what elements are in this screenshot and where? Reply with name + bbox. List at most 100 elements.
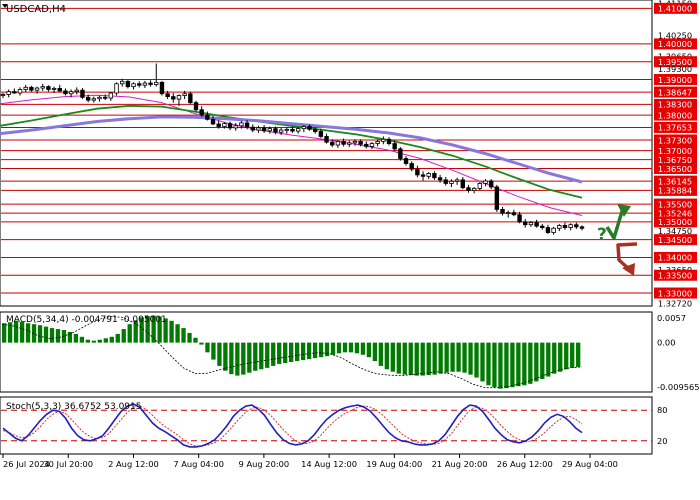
candle-body: [244, 122, 250, 128]
macd-bar: [79, 336, 85, 343]
candle-body: [6, 91, 11, 95]
candle-body: [171, 96, 176, 100]
candle-body: [318, 131, 324, 137]
chart-canvas: ? USDCAD,H4 MACD(5,34,4) -0.004791 -0.00…: [0, 0, 700, 469]
candle-body: [562, 225, 568, 228]
macd-bar: [546, 342, 551, 377]
candle-body: [392, 143, 397, 150]
candle-body: [437, 177, 443, 181]
candle-body: [131, 83, 136, 88]
macd-bar: [342, 342, 348, 353]
price-label: 1.41000: [658, 4, 692, 14]
macd-bar: [312, 342, 318, 359]
candle-body: [222, 123, 227, 127]
macd-bar: [534, 342, 539, 382]
macd-bar: [235, 342, 240, 376]
candle-body: [295, 128, 301, 132]
candle-body: [176, 95, 182, 100]
candle-body: [449, 180, 454, 184]
price-label: 1.38300: [658, 100, 692, 110]
candle-body: [51, 88, 57, 90]
macd-bar: [468, 342, 473, 375]
candle-body: [386, 138, 392, 144]
macd-bar: [348, 342, 354, 353]
candle-body: [120, 80, 125, 85]
price-label: 1.35884: [658, 186, 692, 196]
candle-body: [432, 173, 437, 179]
candle-body: [0, 94, 6, 96]
macd-bar: [570, 342, 575, 368]
price-label: 1.39000: [658, 75, 692, 85]
candle-body: [568, 224, 573, 228]
candle-body: [142, 82, 148, 86]
candle-body: [313, 128, 318, 132]
macd-bar: [91, 340, 96, 343]
price-label: 1.38000: [658, 110, 692, 120]
macd-bar: [294, 342, 300, 362]
macd-bar: [486, 342, 491, 386]
candle-body: [506, 212, 511, 215]
macd-bar: [576, 342, 581, 367]
macd-bar: [474, 342, 479, 378]
candle-body: [403, 158, 409, 164]
macd-bar: [283, 342, 288, 363]
candle-body: [352, 141, 358, 144]
macd-bar: [504, 342, 509, 389]
macd-bar: [522, 342, 527, 386]
price-label: 1.34000: [658, 253, 692, 263]
price-label: 1.32720: [658, 298, 692, 308]
price-label: 1.36500: [658, 164, 692, 174]
time-label: 7 Aug 04:00: [173, 459, 224, 469]
macd-bar: [193, 337, 198, 343]
macd-bar: [462, 342, 467, 373]
macd-bar: [25, 323, 31, 343]
candle-body: [34, 87, 40, 91]
indicator-scale: 0.0057 0.00 -0.009565 80 20: [657, 313, 700, 446]
stochastic-tick-label: 20: [657, 436, 668, 446]
candle-body: [347, 142, 352, 145]
macd-bar: [540, 342, 545, 379]
macd-bar: [414, 342, 419, 376]
price-label: 1.37300: [658, 135, 692, 145]
macd-bar: [564, 342, 569, 370]
macd-bar: [55, 329, 61, 343]
time-label: 14 Aug 12:00: [301, 459, 357, 469]
candle-body: [137, 83, 142, 86]
candle-body: [443, 179, 448, 184]
candle-body: [454, 179, 460, 182]
macd-bar: [199, 342, 204, 345]
macd-bar: [396, 342, 401, 374]
macd-bar: [354, 342, 360, 354]
candle-body: [97, 96, 102, 100]
macd-bar: [426, 342, 431, 376]
macd-bar: [444, 342, 449, 373]
macd-bar: [528, 342, 533, 384]
candle-body: [159, 81, 165, 95]
macd-bar: [510, 342, 515, 388]
candle-body: [188, 93, 193, 104]
candle-body: [227, 123, 233, 129]
candle-body: [557, 225, 562, 229]
candle-body: [335, 141, 341, 146]
price-panel: ? USDCAD,H4: [0, 0, 653, 307]
macd-tick-label: 0.00: [657, 338, 675, 348]
macd-bar: [205, 342, 210, 353]
candle-body: [216, 123, 221, 127]
macd-bar: [43, 326, 49, 343]
price-label: 1.40000: [658, 39, 692, 49]
candle-body: [579, 226, 585, 229]
macd-bar: [450, 342, 455, 372]
macd-bar: [217, 342, 222, 366]
macd-tick-label: 0.0057: [657, 313, 686, 323]
candle-body: [551, 227, 556, 233]
candle-body: [364, 143, 369, 147]
candle-body: [210, 118, 216, 125]
candle-body: [471, 188, 477, 191]
candle-body: [250, 126, 255, 131]
candle-body: [426, 173, 431, 177]
candle-body: [63, 90, 68, 95]
time-axis: 26 Jul 202430 Jul 20:00 2 Aug 12:00 7 Aug …: [2, 454, 618, 469]
candle-body: [114, 83, 119, 94]
candle-body: [420, 174, 426, 177]
macd-bar: [2, 323, 7, 343]
